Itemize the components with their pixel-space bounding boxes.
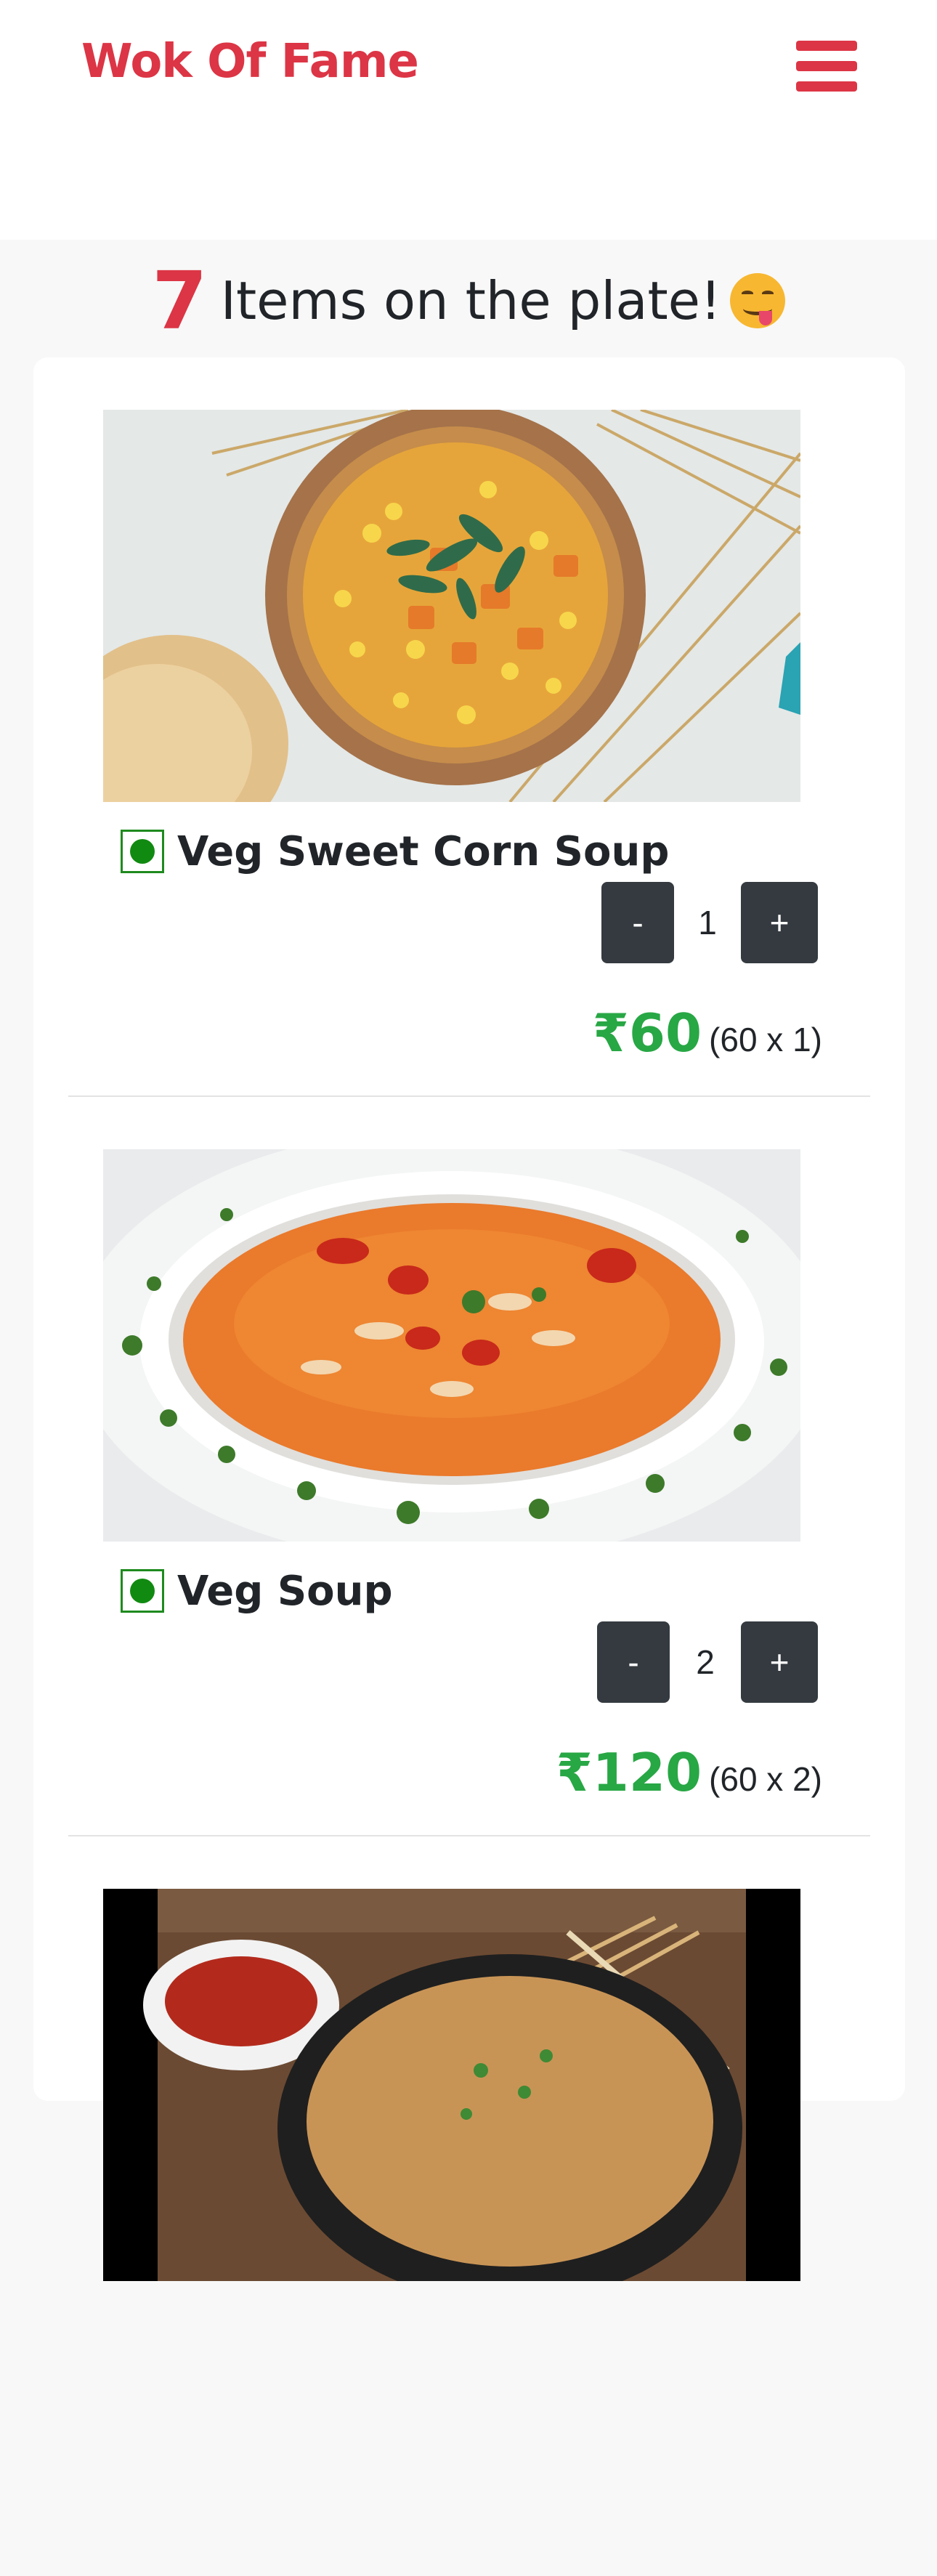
plate-summary: 7 Items on the plate! [0,254,937,347]
hamburger-menu-icon[interactable] [796,41,857,92]
quantity-value: 2 [696,1643,715,1681]
brand-logo[interactable]: Wok Of Fame [81,35,419,89]
menu-bar [796,61,857,71]
list-item: Veg Soup - 2 + ₹120 (60 x 2) [33,1097,905,1836]
face-savoring-food-icon [729,273,785,328]
quantity-stepper: - 2 + [597,1621,818,1703]
quantity-stepper: - 1 + [601,882,818,963]
item-price: ₹120 (60 x 2) [556,1742,822,1803]
quantity-value: 1 [698,904,717,941]
price-calculation: (60 x 2) [709,1760,822,1798]
decrease-quantity-button[interactable]: - [597,1621,670,1703]
item-price: ₹60 (60 x 1) [593,1003,822,1064]
veg-indicator-icon [121,830,164,873]
price-amount: ₹120 [556,1742,702,1803]
food-image [103,1149,800,1542]
decrease-quantity-button[interactable]: - [601,882,674,963]
price-calculation: (60 x 1) [709,1021,822,1058]
veg-indicator-icon [121,1569,164,1613]
increase-quantity-button[interactable]: + [741,1621,818,1703]
food-image [103,1889,800,2281]
food-image [103,410,800,802]
increase-quantity-button[interactable]: + [741,882,818,963]
navbar: Wok Of Fame [0,0,937,240]
menu-bar [796,41,857,51]
menu-bar [796,81,857,92]
item-name: Veg Sweet Corn Soup [177,828,670,875]
summary-text: Items on the plate! [220,270,721,331]
list-item: Veg Sweet Corn Soup - 1 + ₹60 (60 x 1) [33,357,905,1097]
item-name: Veg Soup [177,1568,393,1615]
price-amount: ₹60 [592,1003,702,1064]
plate-card: Veg Sweet Corn Soup - 1 + ₹60 (60 x 1) V… [33,357,905,2281]
list-item [33,1836,905,2576]
item-count: 7 [152,254,208,347]
